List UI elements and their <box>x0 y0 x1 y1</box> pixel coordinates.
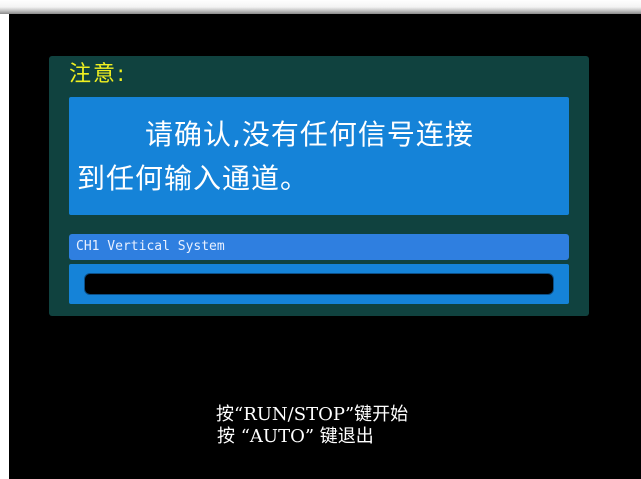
window-top-bevel <box>0 0 641 14</box>
auto-exit-hint: 按 “AUTO” 键退出 <box>217 426 374 447</box>
run-stop-hint: 按“RUN/STOP”键开始 <box>216 404 409 425</box>
dialog-title: 注意: <box>69 62 127 87</box>
calibration-stage-label: CH1 Vertical System <box>69 234 569 260</box>
warning-message-line-1: 请确认,没有任何信号连接 <box>145 118 474 151</box>
warning-message-line-2: 到任何输入通道。 <box>77 162 310 195</box>
warning-message-box: 请确认,没有任何信号连接 到任何输入通道。 <box>69 97 569 215</box>
self-calibration-dialog: 注意: 请确认,没有任何信号连接 到任何输入通道。 CH1 Vertical S… <box>49 56 589 316</box>
progress-panel <box>69 264 569 304</box>
oscilloscope-screen: 注意: 请确认,没有任何信号连接 到任何输入通道。 CH1 Vertical S… <box>9 14 641 479</box>
progress-bar <box>85 274 553 294</box>
